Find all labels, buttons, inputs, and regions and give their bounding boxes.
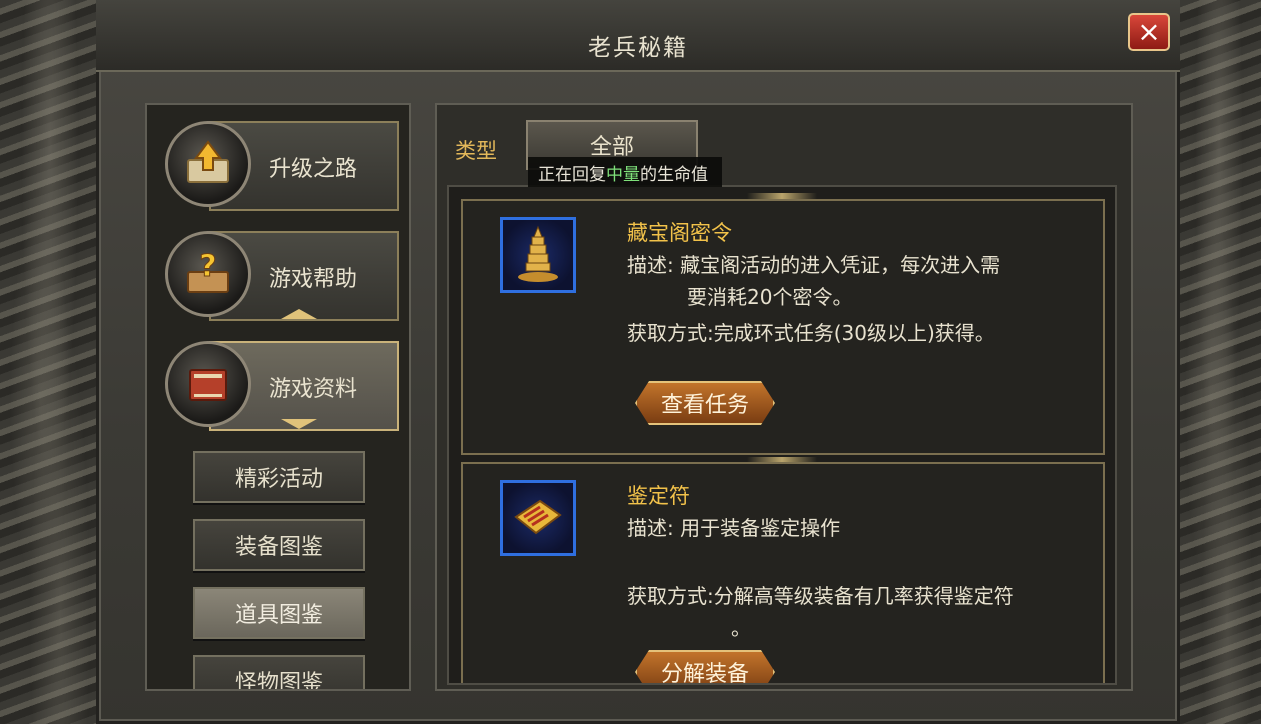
sub-item-monster-guide[interactable]: 怪物图鉴	[193, 655, 365, 689]
close-icon: ×	[1137, 15, 1161, 48]
tooltip-prefix: 正在回复	[538, 164, 606, 185]
category-upgrade[interactable]: 升级之路	[165, 119, 405, 211]
sub-item-equipment-guide[interactable]: 装备图鉴	[193, 519, 365, 571]
left-stone-pillar	[0, 0, 106, 724]
window-title: 老兵秘籍	[588, 35, 688, 61]
collapse-arrow-icon	[281, 309, 317, 319]
close-button[interactable]: ×	[1128, 13, 1170, 51]
title-bar: 老兵秘籍	[96, 0, 1180, 72]
view-task-button[interactable]: 查看任务	[635, 381, 775, 425]
category-label: 升级之路	[269, 157, 358, 182]
item-obtain-method: 获取方式:完成环式任务(30级以上)获得。	[627, 321, 995, 345]
item-obtain-method-cont: 。	[731, 616, 751, 640]
category-help[interactable]: ? 游戏帮助	[165, 229, 405, 321]
category-info[interactable]: 游戏资料	[165, 339, 405, 431]
right-stone-pillar	[1171, 0, 1261, 724]
item-card: 藏宝阁密令 描述: 藏宝阁活动的进入凭证，每次进入需 要消耗20个密令。 获取方…	[461, 199, 1105, 455]
item-description-line: 要消耗20个密令。	[687, 285, 853, 309]
item-name: 藏宝阁密令	[627, 221, 732, 245]
item-card: 鉴定符 描述: 用于装备鉴定操作 获取方式:分解高等级装备有几率获得鉴定符 。 …	[461, 462, 1105, 683]
category-label: 游戏资料	[269, 377, 358, 402]
tooltip-suffix: 的生命值	[640, 164, 708, 185]
help-book-icon: ?	[165, 231, 251, 317]
expand-arrow-icon	[281, 419, 317, 429]
item-description-line: 描述: 藏宝阁活动的进入凭证，每次进入需	[627, 253, 1001, 277]
sub-item-events[interactable]: 精彩活动	[193, 451, 365, 503]
status-tooltip: 正在回复 中量 的生命值	[528, 157, 722, 187]
info-book-icon	[165, 341, 251, 427]
item-obtain-method: 获取方式:分解高等级装备有几率获得鉴定符	[627, 584, 1014, 608]
item-description-line: 描述: 用于装备鉴定操作	[627, 516, 841, 540]
svg-text:?: ?	[199, 249, 216, 284]
upgrade-book-icon	[165, 121, 251, 207]
pagoda-icon	[500, 217, 576, 293]
item-description: 描述: 藏宝阁活动的进入凭证，每次进入需 要消耗20个密令。	[627, 249, 1000, 313]
item-list[interactable]: 藏宝阁密令 描述: 藏宝阁活动的进入凭证，每次进入需 要消耗20个密令。 获取方…	[447, 185, 1117, 685]
sidebar: 升级之路 ? 游戏帮助 游戏资料 精彩活动 装备图鉴 道具图鉴 怪物图鉴	[145, 103, 411, 691]
dismantle-equipment-button[interactable]: 分解装备	[635, 650, 775, 683]
sub-item-item-guide[interactable]: 道具图鉴	[193, 587, 365, 639]
tooltip-highlight: 中量	[606, 164, 640, 185]
item-name: 鉴定符	[627, 484, 690, 508]
scroll-icon	[500, 480, 576, 556]
category-label: 游戏帮助	[269, 267, 358, 292]
type-filter-label: 类型	[455, 139, 497, 163]
